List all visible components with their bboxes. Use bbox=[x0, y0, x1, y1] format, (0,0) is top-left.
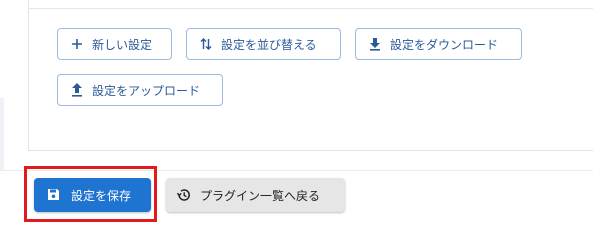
settings-page: 新しい設定 設定を並び替える 設定をダウンロード 設定をアップロード 設定を保存… bbox=[0, 0, 593, 231]
save-settings-label: 設定を保存 bbox=[71, 188, 132, 203]
card-border bbox=[28, 0, 29, 150]
sort-settings-label: 設定を並び替える bbox=[221, 37, 317, 52]
save-settings-button[interactable]: 設定を保存 bbox=[34, 178, 151, 212]
download-settings-label: 設定をダウンロード bbox=[390, 37, 499, 52]
upload-icon bbox=[70, 83, 84, 97]
upload-settings-button[interactable]: 設定をアップロード bbox=[57, 74, 223, 106]
section-divider bbox=[28, 150, 593, 151]
floppy-disk-icon bbox=[47, 188, 61, 202]
plus-icon bbox=[70, 37, 84, 51]
back-to-plugins-label: プラグイン一覧へ戻る bbox=[200, 188, 321, 203]
sort-arrows-icon bbox=[199, 37, 213, 51]
back-to-plugins-button[interactable]: プラグイン一覧へ戻る bbox=[166, 178, 345, 212]
upload-settings-label: 設定をアップロード bbox=[92, 83, 201, 98]
sort-settings-button[interactable]: 設定を並び替える bbox=[186, 28, 341, 60]
new-setting-label: 新しい設定 bbox=[92, 37, 153, 52]
new-setting-button[interactable]: 新しい設定 bbox=[57, 28, 172, 60]
download-icon bbox=[368, 37, 382, 51]
history-icon bbox=[176, 187, 192, 203]
download-settings-button[interactable]: 設定をダウンロード bbox=[355, 28, 522, 60]
top-divider bbox=[28, 8, 593, 9]
